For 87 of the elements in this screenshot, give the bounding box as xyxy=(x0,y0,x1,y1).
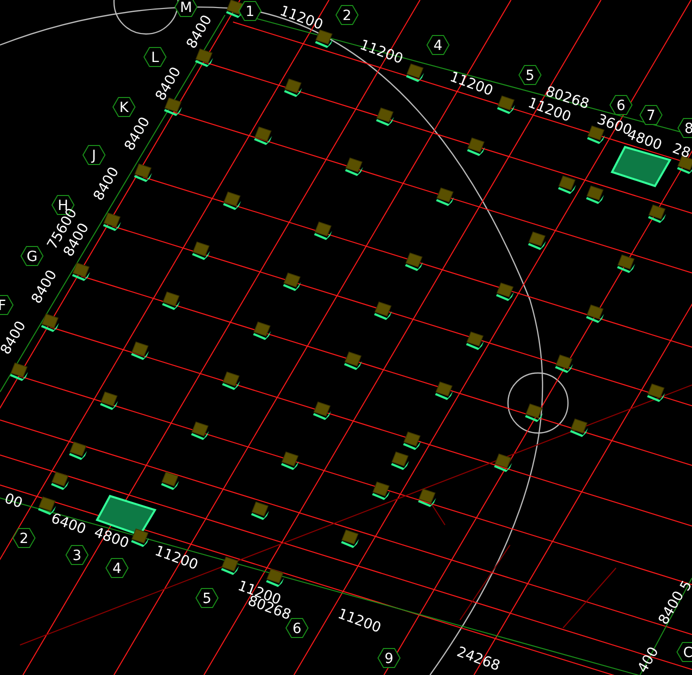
column-block xyxy=(677,156,692,174)
column-block xyxy=(222,372,240,390)
column-block xyxy=(467,138,485,156)
column-block xyxy=(134,164,152,182)
column-block xyxy=(281,452,299,470)
dimension-text: 11200 xyxy=(278,3,326,34)
column-block xyxy=(617,254,635,273)
column-block xyxy=(435,382,453,400)
circle-outline xyxy=(113,0,179,35)
column-block xyxy=(251,502,269,520)
axis-bubble: 2 xyxy=(335,4,359,26)
column-block xyxy=(496,282,514,301)
column-block xyxy=(494,454,512,472)
column-block xyxy=(100,392,118,410)
column-block xyxy=(525,404,543,422)
column-block xyxy=(372,482,390,500)
column-block xyxy=(226,0,244,18)
column-block xyxy=(191,422,209,440)
column-block xyxy=(283,272,301,291)
column-block xyxy=(376,108,394,126)
column-block xyxy=(192,242,210,260)
column-block xyxy=(131,528,149,547)
column-block xyxy=(162,292,180,310)
column-block xyxy=(570,418,588,437)
column-block xyxy=(223,192,241,210)
dimension-text: 11200 xyxy=(336,606,384,636)
axis-bubble: M xyxy=(174,0,198,18)
axis-bubble: G xyxy=(20,246,44,266)
column-block xyxy=(161,472,179,490)
axis-bubble: 5 xyxy=(195,588,219,608)
column-block xyxy=(648,204,666,223)
column-block xyxy=(72,262,90,281)
column-block xyxy=(254,126,272,145)
axis-bubble: 3 xyxy=(65,544,89,566)
dimension-text: 00 xyxy=(2,490,24,512)
column-block xyxy=(405,252,423,271)
column-block xyxy=(313,402,331,420)
axis-bubble: 1 xyxy=(238,0,262,22)
column-block xyxy=(341,530,359,548)
column-block xyxy=(314,222,332,240)
axis-bubble: 6 xyxy=(285,618,309,638)
dimension-text: 28 xyxy=(670,140,692,162)
axis-bubble: 5 xyxy=(518,64,542,86)
column-block xyxy=(221,556,239,575)
axis-bubble: 2 xyxy=(12,528,36,548)
dimension-text: 4800 xyxy=(92,524,131,552)
dimension-text: 11200 xyxy=(448,69,496,100)
column-block xyxy=(555,354,573,373)
column-block xyxy=(41,314,59,332)
column-block xyxy=(374,302,392,320)
column-block xyxy=(436,188,454,206)
column-block xyxy=(391,452,409,470)
column-block xyxy=(69,442,87,460)
axis-bubble: 9 xyxy=(377,648,401,668)
axis-bubble: C xyxy=(676,642,692,662)
column-block xyxy=(586,304,604,323)
column-block xyxy=(344,352,362,370)
column-block xyxy=(647,384,665,402)
column-block xyxy=(558,176,576,194)
column-block xyxy=(497,96,515,114)
column-block xyxy=(284,78,302,97)
axis-bubble: K xyxy=(112,96,136,118)
dimension-text: 24268 xyxy=(454,644,502,674)
column-block xyxy=(10,362,28,381)
column-block xyxy=(253,322,271,340)
column-block xyxy=(195,48,213,67)
axis-bubble: 4 xyxy=(426,34,450,56)
axis-bubble: 6 xyxy=(609,94,633,116)
circle-outline xyxy=(507,372,569,434)
column-block xyxy=(528,232,546,250)
column-block xyxy=(51,472,69,490)
column-block xyxy=(418,488,436,507)
column-block xyxy=(315,30,333,48)
axis-bubble: J xyxy=(82,144,106,166)
axis-bubble: 4 xyxy=(105,558,129,578)
column-block xyxy=(345,158,363,176)
column-block xyxy=(131,342,149,360)
column-block xyxy=(586,186,604,204)
dimension-text: 11200 xyxy=(152,543,200,574)
column-block xyxy=(406,64,424,82)
column-block xyxy=(403,432,421,450)
dimension-text: 6400 xyxy=(48,510,88,538)
axis-bubble: L xyxy=(143,46,167,68)
column-block xyxy=(103,212,121,231)
dimension-text: 11200 xyxy=(358,37,406,68)
column-block xyxy=(466,332,484,350)
column-block xyxy=(38,496,56,515)
